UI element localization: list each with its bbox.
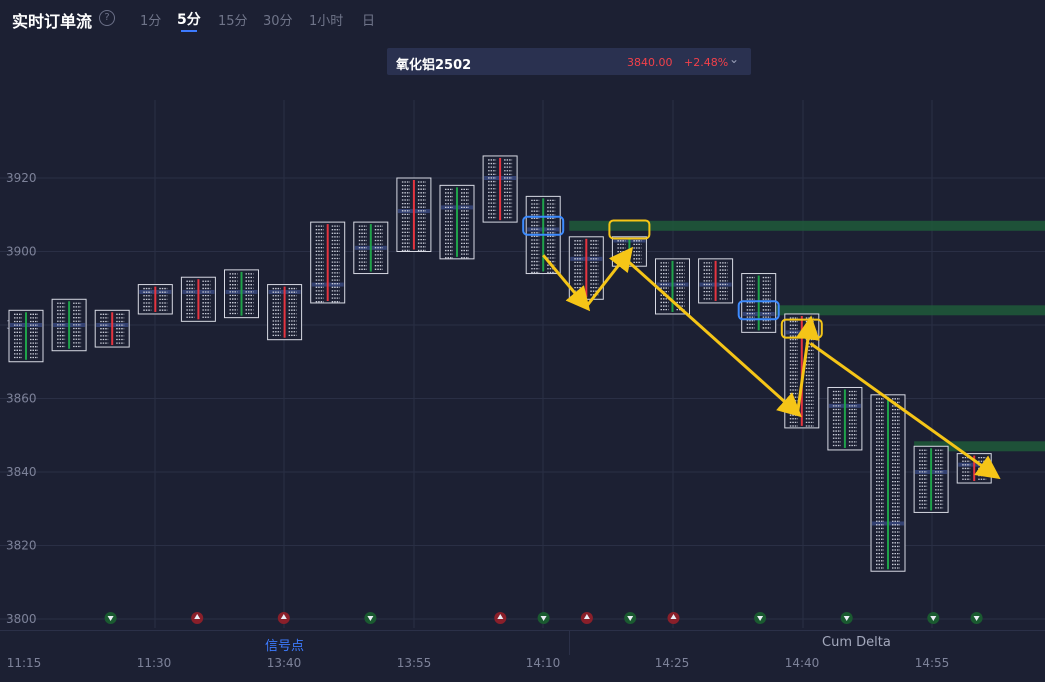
x-tick-label: 14:40: [785, 656, 820, 670]
footprint-candle[interactable]: [180, 276, 216, 322]
x-tick-label: 14:25: [655, 656, 690, 670]
zone-band: [569, 220, 1045, 231]
footprint-candle[interactable]: [482, 155, 518, 223]
footprint-candle[interactable]: [8, 309, 44, 363]
footprint-candle[interactable]: [655, 258, 690, 315]
footprint-candle[interactable]: [439, 184, 475, 260]
footprint-candle[interactable]: [267, 284, 303, 341]
indicator-divider: [569, 631, 570, 655]
y-tick-label: 3920: [6, 171, 37, 185]
instrument-selector[interactable]: 氧化铝2502 3840.00 +2.48% ⌄: [387, 48, 751, 75]
footprint-candle[interactable]: [137, 284, 173, 315]
footprint-candle[interactable]: [353, 221, 389, 275]
footprint-candle[interactable]: [310, 221, 346, 304]
y-tick-label: 3820: [6, 539, 37, 553]
footprint-candle[interactable]: [784, 313, 820, 429]
signal-points-tab[interactable]: 信号点: [265, 635, 304, 654]
footprint-candle[interactable]: [51, 298, 87, 352]
instrument-price: 3840.00: [627, 56, 673, 69]
x-tick-label: 14:10: [526, 656, 561, 670]
x-tick-label: 13:40: [267, 656, 302, 670]
cum-delta-tab[interactable]: Cum Delta: [822, 635, 891, 650]
x-tick-label: 14:55: [915, 656, 950, 670]
footprint-candle[interactable]: [913, 445, 949, 513]
footprint-candle[interactable]: [870, 394, 906, 572]
indicator-bar: 信号点 Cum Delta: [0, 630, 1045, 655]
chevron-down-icon[interactable]: ⌄: [729, 52, 739, 66]
instrument-change: +2.48%: [684, 56, 729, 69]
y-tick-label: 3860: [6, 392, 37, 406]
footprint-candle[interactable]: [94, 309, 130, 348]
y-tick-label: 3840: [6, 465, 37, 479]
footprint-candle[interactable]: [698, 258, 734, 304]
footprint-chart[interactable]: 380038203840386038803900392011:1511:3013…: [0, 0, 1045, 682]
x-tick-label: 13:55: [397, 656, 432, 670]
footprint-candle[interactable]: [396, 177, 432, 252]
instrument-name: 氧化铝2502: [396, 58, 472, 73]
footprint-candle[interactable]: [827, 386, 863, 451]
y-tick-label: 3900: [6, 245, 37, 259]
x-tick-label: 11:15: [7, 656, 42, 670]
y-tick-label: 3800: [6, 612, 37, 626]
footprint-candle[interactable]: [224, 269, 259, 319]
x-tick-label: 11:30: [137, 656, 172, 670]
footprint-candle[interactable]: [741, 273, 777, 333]
